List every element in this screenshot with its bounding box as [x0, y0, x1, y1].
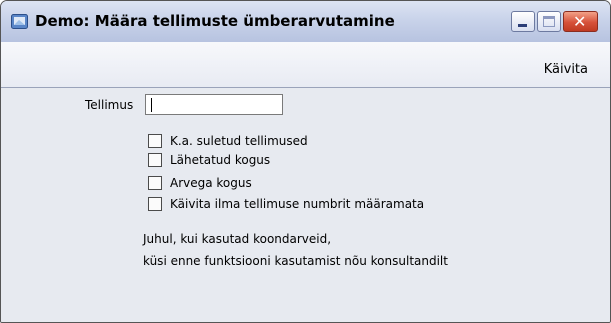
checkbox[interactable] [148, 153, 162, 167]
maximize-icon [543, 16, 555, 27]
minimize-icon [518, 24, 527, 27]
form-area: Tellimus K.a. suletud tellimused Lähetat… [1, 88, 610, 322]
checkbox[interactable] [148, 134, 162, 148]
checkbox[interactable] [148, 197, 162, 211]
text-caret [151, 98, 152, 112]
checkbox-label: Arvega kogus [170, 176, 252, 190]
app-window: Demo: Määra tellimuste ümberarvutamine ✕… [0, 0, 611, 323]
order-field[interactable] [145, 94, 283, 115]
window-title: Demo: Määra tellimuste ümberarvutamine [35, 12, 395, 30]
checkbox-label: Käivita ilma tellimuse numbrit määramata [170, 197, 425, 211]
order-label: Tellimus [85, 98, 134, 112]
checkbox-label: Lähetatud kogus [170, 153, 271, 167]
note-line-1: Juhul, kui kasutad koondarveid, [143, 232, 332, 246]
close-icon: ✕ [573, 12, 587, 31]
checkbox[interactable] [148, 176, 162, 190]
checkbox-label: K.a. suletud tellimused [170, 134, 308, 148]
minimize-button[interactable] [511, 11, 535, 32]
title-bar[interactable]: Demo: Määra tellimuste ümberarvutamine ✕ [1, 1, 610, 43]
button-bar: Käivita [1, 42, 610, 88]
maximize-button[interactable] [537, 11, 561, 32]
note-line-2: küsi enne funktsiooni kasutamist nõu kon… [143, 254, 448, 268]
app-icon [11, 14, 28, 29]
close-button[interactable]: ✕ [563, 11, 598, 32]
run-button[interactable]: Käivita [544, 62, 588, 77]
